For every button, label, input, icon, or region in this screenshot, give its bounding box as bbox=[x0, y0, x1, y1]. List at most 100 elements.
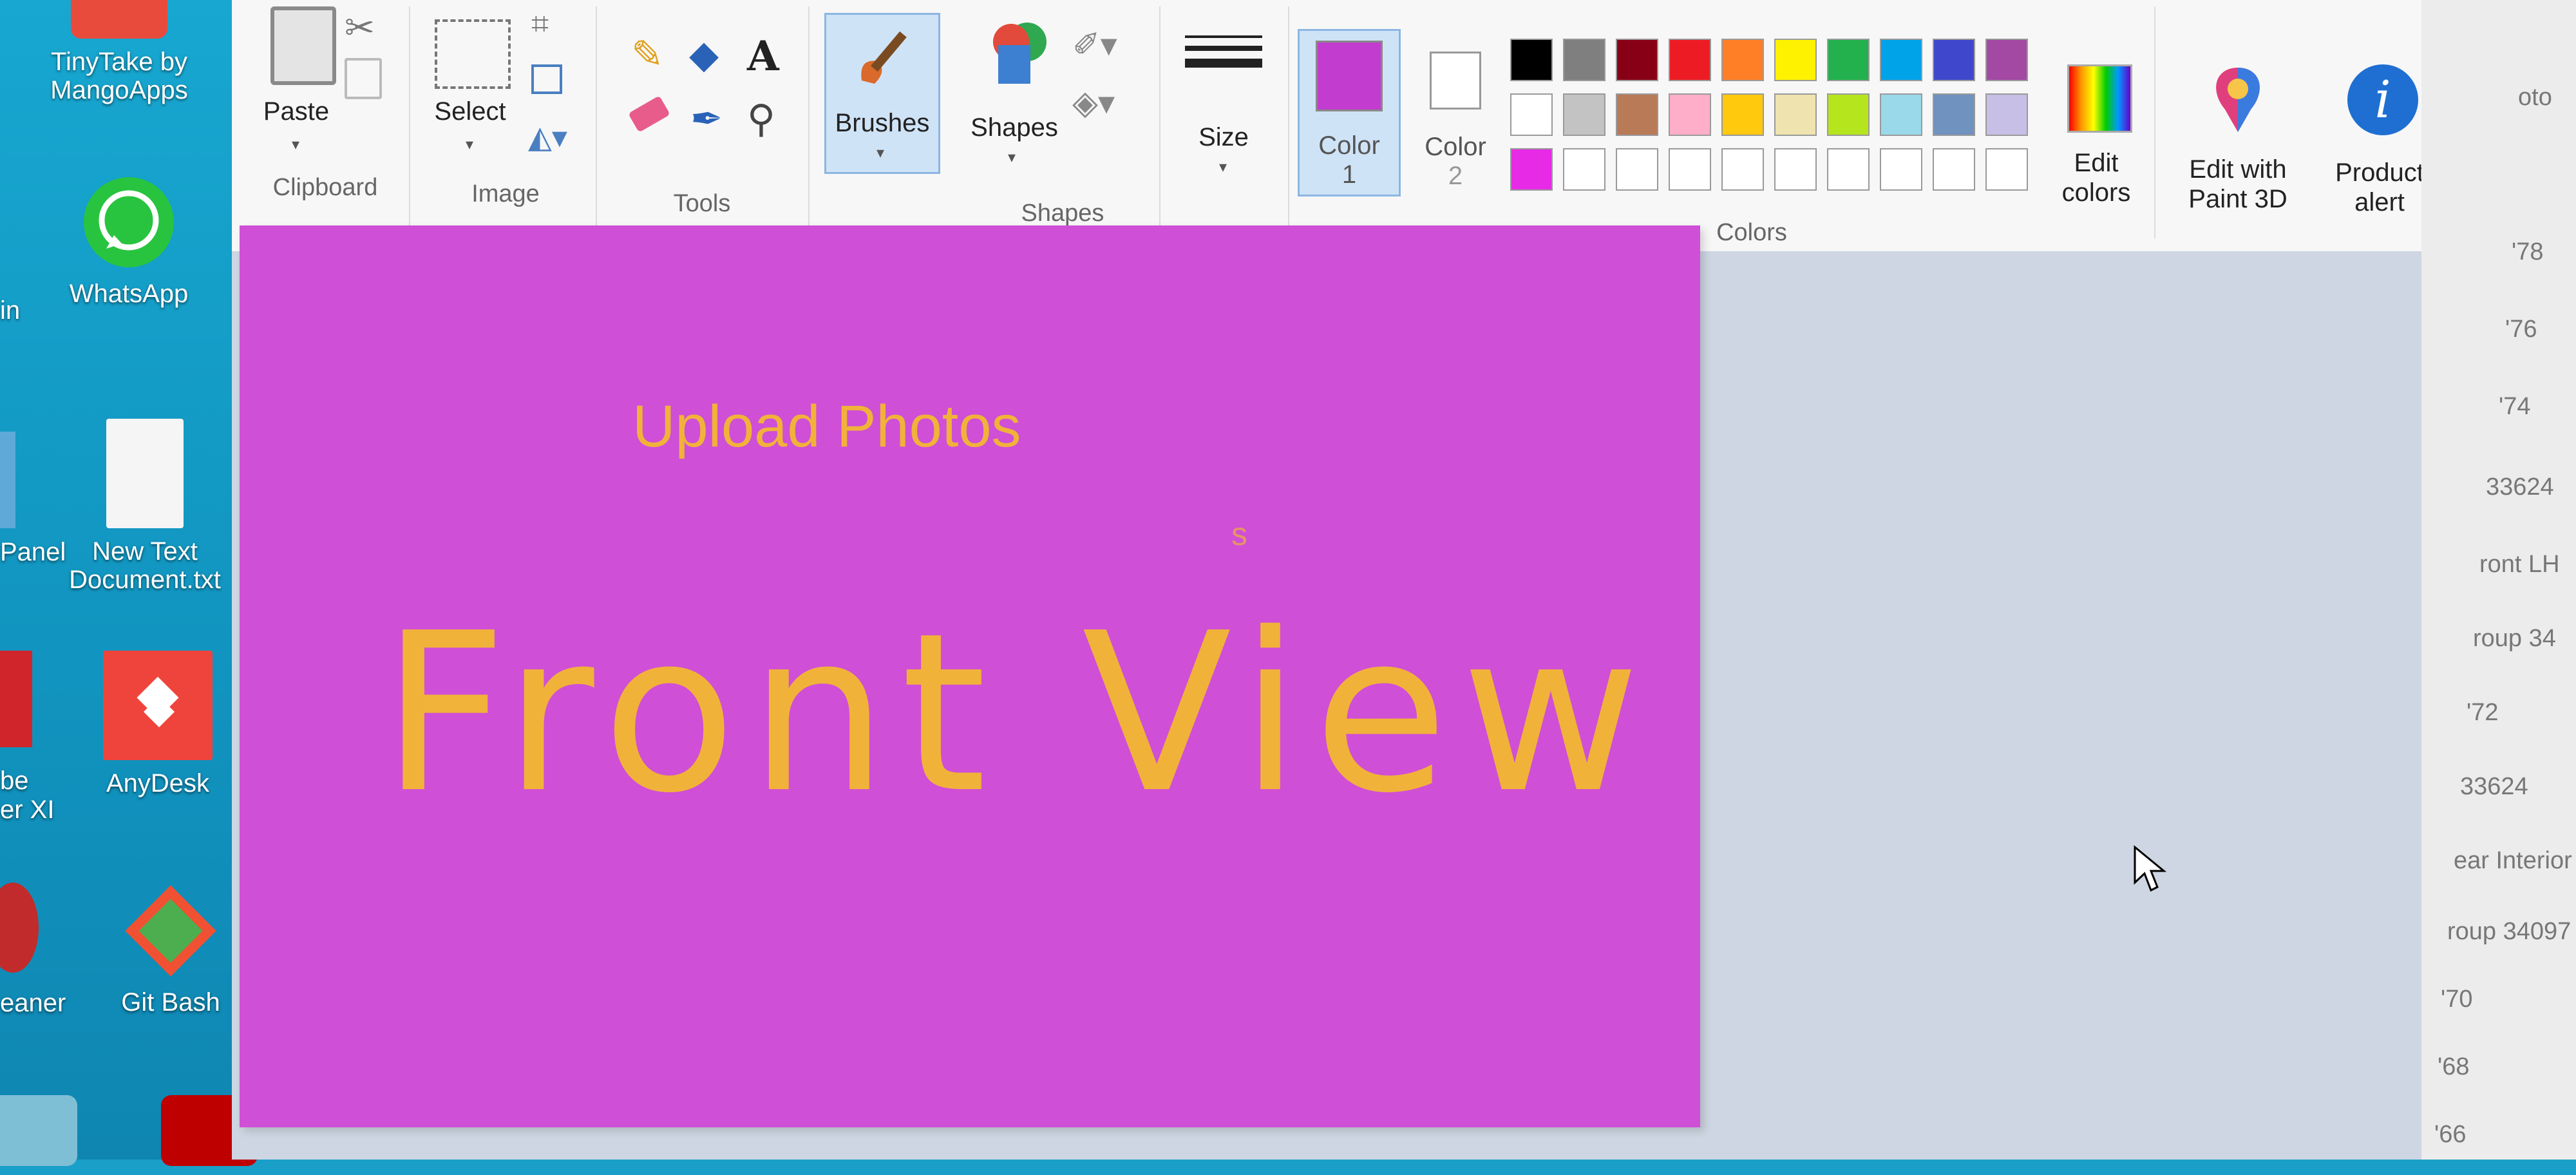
crop-icon[interactable]: ⌗ bbox=[531, 6, 549, 43]
palette-swatch[interactable] bbox=[1563, 39, 1605, 81]
color1-label: Color bbox=[1318, 131, 1380, 160]
app-icon bbox=[0, 1095, 77, 1166]
palette-swatch[interactable] bbox=[1774, 93, 1817, 136]
color-picker-icon[interactable]: ✒ bbox=[690, 97, 723, 142]
palette-swatch[interactable] bbox=[1721, 93, 1764, 136]
color1-number: 1 bbox=[1341, 160, 1357, 189]
palette-swatch[interactable] bbox=[1616, 39, 1658, 81]
shapes-group-label: Shapes bbox=[1021, 200, 1104, 227]
desktop-icon-label: WhatsApp bbox=[69, 280, 189, 308]
palette-swatch[interactable] bbox=[1510, 148, 1553, 191]
chevron-down-icon: ▾ bbox=[466, 136, 474, 153]
eraser-icon[interactable] bbox=[628, 95, 670, 133]
desktop-icon-whatsapp[interactable]: WhatsApp bbox=[48, 174, 209, 308]
palette-swatch[interactable] bbox=[1510, 93, 1553, 136]
copy-icon[interactable] bbox=[345, 58, 382, 99]
paste-button[interactable]: Paste ▾ bbox=[248, 6, 345, 155]
list-item[interactable]: roup 34097 bbox=[2447, 918, 2571, 946]
fill-icon[interactable]: ◆ bbox=[689, 32, 719, 77]
palette-swatch[interactable] bbox=[1774, 148, 1817, 191]
outline-icon[interactable]: ✐▾ bbox=[1072, 26, 1117, 64]
palette-swatch[interactable] bbox=[1985, 93, 2028, 136]
group-separator bbox=[808, 6, 810, 238]
desktop-icon-git-bash[interactable]: Git Bash bbox=[90, 883, 251, 1017]
list-item[interactable]: '68 bbox=[2438, 1053, 2470, 1081]
line-width-icon bbox=[1185, 35, 1262, 68]
color2-label: Color bbox=[1425, 133, 1486, 161]
palette-swatch[interactable] bbox=[1669, 93, 1711, 136]
palette-swatch[interactable] bbox=[1774, 39, 1817, 81]
edit-paint3d-label-line1: Edit with bbox=[2189, 155, 2287, 184]
select-button[interactable]: Select ▾ bbox=[422, 13, 518, 167]
desktop-icon-new-text-document[interactable]: New Text Document.txt bbox=[64, 419, 225, 594]
text-tool-icon[interactable]: A bbox=[747, 32, 779, 81]
chevron-down-icon: ▾ bbox=[292, 136, 300, 153]
palette-swatch[interactable] bbox=[1616, 93, 1658, 136]
palette-swatch[interactable] bbox=[1933, 148, 1975, 191]
shapes-button[interactable]: Shapes ▾ bbox=[960, 19, 1069, 180]
whatsapp-icon bbox=[80, 174, 177, 271]
edit-with-paint3d-button[interactable]: Edit with Paint 3D bbox=[2167, 64, 2309, 225]
list-item[interactable]: oto bbox=[2518, 84, 2552, 111]
anydesk-icon bbox=[103, 651, 213, 760]
palette-swatch[interactable] bbox=[1933, 93, 1975, 136]
desktop-edge-icon bbox=[0, 651, 32, 747]
palette-swatch[interactable] bbox=[1985, 148, 2028, 191]
list-item[interactable]: '70 bbox=[2441, 986, 2473, 1013]
list-item[interactable]: '78 bbox=[2512, 238, 2544, 266]
palette-swatch[interactable] bbox=[1880, 93, 1922, 136]
rotate-icon[interactable]: ◭▾ bbox=[528, 119, 567, 155]
fill-shape-icon[interactable]: ◈▾ bbox=[1072, 84, 1115, 122]
palette-swatch[interactable] bbox=[1827, 39, 1870, 81]
size-button[interactable]: Size ▾ bbox=[1175, 26, 1272, 187]
color2-button[interactable]: Color 2 bbox=[1410, 32, 1501, 193]
palette-swatch[interactable] bbox=[1563, 93, 1605, 136]
cut-icon[interactable]: ✂ bbox=[345, 6, 375, 49]
list-item[interactable]: 33624 bbox=[2460, 773, 2528, 801]
list-item[interactable]: ront LH bbox=[2479, 551, 2560, 578]
palette-swatch[interactable] bbox=[1827, 93, 1870, 136]
desktop-edge-icon bbox=[0, 432, 15, 528]
desktop-edge-label: be bbox=[0, 767, 29, 795]
chevron-down-icon: ▾ bbox=[1219, 158, 1227, 176]
palette-swatch[interactable] bbox=[1933, 39, 1975, 81]
edit-colors-button[interactable]: Edit colors bbox=[2045, 58, 2148, 219]
color1-button[interactable]: Color 1 bbox=[1298, 29, 1401, 196]
list-item[interactable]: '66 bbox=[2434, 1121, 2467, 1149]
pencil-icon[interactable]: ✎ bbox=[631, 32, 663, 77]
palette-swatch[interactable] bbox=[1721, 39, 1764, 81]
mouse-cursor-icon bbox=[2134, 845, 2167, 892]
list-item[interactable]: 33624 bbox=[2486, 473, 2554, 501]
list-item[interactable]: '76 bbox=[2505, 316, 2537, 343]
list-item[interactable]: '74 bbox=[2499, 393, 2531, 421]
palette-swatch[interactable] bbox=[1669, 39, 1711, 81]
clipboard-group-label: Clipboard bbox=[272, 174, 378, 201]
paint-window: Paste ▾ ✂ Clipboard Select ▾ ⌗ ◭▾ Image … bbox=[232, 0, 2524, 1160]
drawing-canvas[interactable]: Upload Photos Front View s bbox=[240, 225, 1700, 1127]
paint3d-icon bbox=[2206, 64, 2270, 135]
resize-icon[interactable] bbox=[531, 64, 562, 94]
group-separator bbox=[596, 6, 597, 238]
palette-swatch[interactable] bbox=[1616, 148, 1658, 191]
palette-swatch[interactable] bbox=[1985, 39, 2028, 81]
palette-swatch[interactable] bbox=[1880, 39, 1922, 81]
brushes-button[interactable]: Brushes ▾ bbox=[824, 13, 940, 174]
palette-swatch[interactable] bbox=[1563, 148, 1605, 191]
group-separator bbox=[1159, 6, 1160, 238]
list-item[interactable]: roup 34 bbox=[2473, 625, 2556, 653]
magnifier-icon[interactable]: ⚲ bbox=[747, 97, 775, 142]
desktop-icon-label: TinyTake by bbox=[51, 48, 187, 76]
desktop-icon-anydesk[interactable]: AnyDesk bbox=[77, 651, 238, 798]
palette-swatch[interactable] bbox=[1827, 148, 1870, 191]
palette-swatch[interactable] bbox=[1880, 148, 1922, 191]
list-item[interactable]: '72 bbox=[2467, 699, 2499, 727]
list-item[interactable]: ear Interior bbox=[2454, 847, 2572, 875]
desktop-icon-label: New Text bbox=[92, 537, 198, 566]
desktop-icon-label: Document.txt bbox=[69, 566, 221, 594]
palette-swatch[interactable] bbox=[1669, 148, 1711, 191]
desktop-icon-bottom-left[interactable] bbox=[0, 1095, 109, 1175]
palette-swatch[interactable] bbox=[1510, 39, 1553, 81]
desktop-icon-tinytake[interactable]: TinyTake by MangoApps bbox=[39, 0, 200, 104]
color2-swatch bbox=[1430, 52, 1481, 110]
palette-swatch[interactable] bbox=[1721, 148, 1764, 191]
